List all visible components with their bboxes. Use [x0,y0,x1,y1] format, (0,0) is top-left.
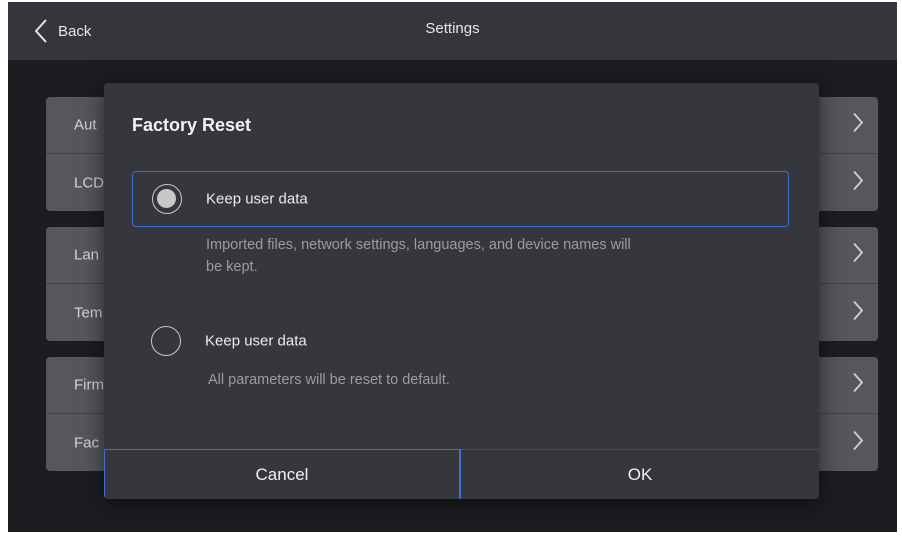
option-description: All parameters will be reset to default. [208,369,768,391]
option-description-line: be kept. [206,259,258,275]
settings-row-label: LCD [74,174,105,191]
option-description-line: All parameters will be reset to default. [208,372,450,388]
settings-screen: Back Settings Aut LCD Lan Tem Firm Fac F… [8,2,897,532]
option-keep-user-data[interactable]: Keep user data [132,171,789,227]
chevron-right-icon [852,242,864,269]
chevron-right-icon [852,169,864,196]
chevron-right-icon [852,299,864,326]
option-description: Imported files, network settings, langua… [206,234,766,278]
factory-reset-dialog: Factory Reset Keep user data Imported fi… [104,83,819,499]
chevron-right-icon [852,112,864,139]
option-reset-all[interactable]: Keep user data [132,313,789,369]
dialog-title: Factory Reset [132,115,252,135]
radio-dot [157,189,176,208]
option-label: Keep user data [205,332,307,350]
option-description-line: Imported files, network settings, langua… [206,237,631,253]
chevron-right-icon [852,372,864,399]
top-bar: Back Settings [8,2,897,60]
dialog-footer: Cancel OK [104,449,819,499]
ok-button[interactable]: OK [461,450,819,499]
radio-selected-icon[interactable] [152,184,182,214]
settings-row-label: Firm [74,376,104,394]
cancel-button[interactable]: Cancel [104,449,461,499]
radio-unselected-icon[interactable] [151,326,181,356]
settings-row-label: Fac [74,434,100,451]
settings-row-label: Lan [74,246,100,264]
chevron-right-icon [852,429,864,456]
settings-row-label: Aut [74,116,97,134]
page-title: Settings [425,20,480,37]
option-label: Keep user data [206,190,308,208]
settings-row-label: Tem [74,304,103,321]
